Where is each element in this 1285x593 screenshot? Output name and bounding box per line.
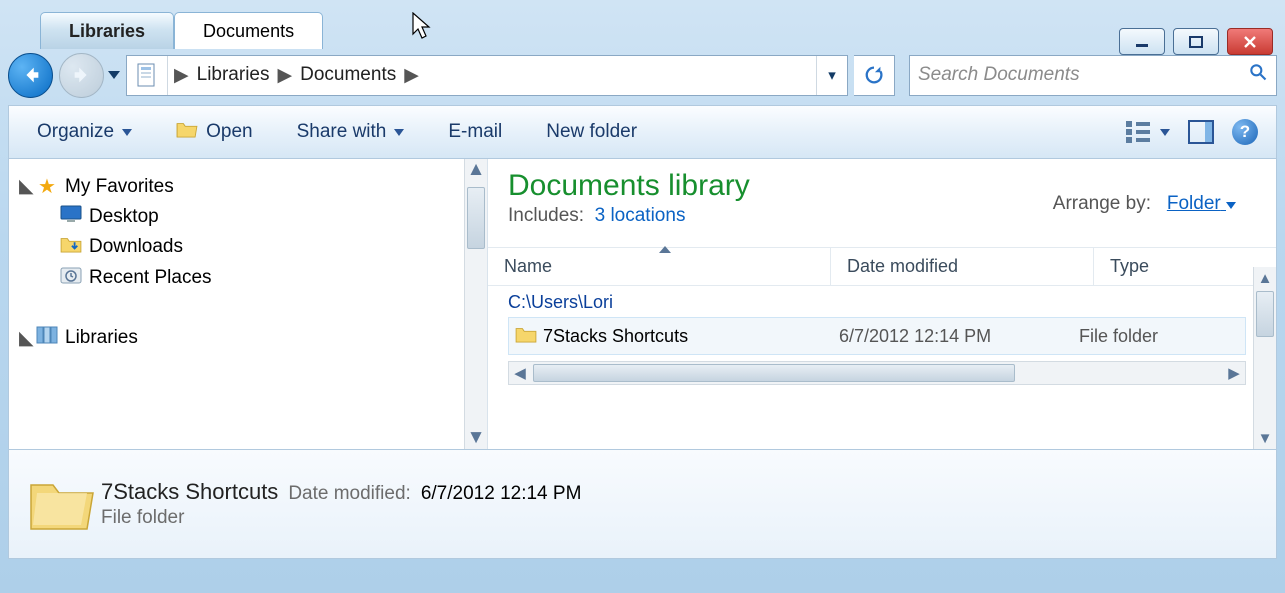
tree-desktop[interactable]: Desktop <box>13 202 483 232</box>
tree-label: Libraries <box>65 327 138 349</box>
address-bar[interactable]: ▶ Libraries ▶ Documents ▶ ▾ <box>126 55 848 96</box>
file-type: File folder <box>1079 326 1158 347</box>
minimize-button[interactable] <box>1119 28 1165 55</box>
crumb-sep-icon[interactable]: ▶ <box>276 64 295 87</box>
chevron-down-icon <box>1160 129 1170 136</box>
preview-pane-button[interactable] <box>1188 120 1214 144</box>
details-name: 7Stacks Shortcuts <box>101 479 278 505</box>
tree-label: My Favorites <box>65 176 174 198</box>
desktop-icon <box>59 205 83 229</box>
arrange-value[interactable]: Folder <box>1167 193 1236 214</box>
view-icon <box>1126 121 1152 143</box>
arrange-by: Arrange by: Folder <box>1053 193 1236 215</box>
tree-favorites[interactable]: ◣ ★ My Favorites <box>13 171 483 202</box>
search-icon <box>1248 62 1268 88</box>
downloads-icon <box>59 235 83 259</box>
change-view-button[interactable] <box>1126 121 1170 143</box>
details-date: 6/7/2012 12:14 PM <box>421 483 582 505</box>
navigation-pane: ◣ ★ My Favorites Desktop Downloads Recen… <box>9 159 488 449</box>
column-date-modified[interactable]: Date modified <box>831 248 1094 285</box>
crumb-documents[interactable]: Documents <box>294 64 402 86</box>
history-dropdown-icon[interactable] <box>108 71 120 79</box>
collapse-icon[interactable]: ◣ <box>19 175 33 198</box>
tab-libraries[interactable]: Libraries <box>40 12 174 49</box>
scroll-down-icon[interactable]: ▼ <box>1254 427 1276 449</box>
search-placeholder: Search Documents <box>918 64 1080 86</box>
chevron-down-icon <box>122 129 132 136</box>
scroll-left-icon[interactable]: ◀ <box>509 364 531 382</box>
file-date: 6/7/2012 12:14 PM <box>839 326 1079 347</box>
cursor-icon <box>412 12 434 47</box>
tree-downloads[interactable]: Downloads <box>13 232 483 262</box>
folder-open-icon <box>176 120 198 144</box>
address-dropdown-icon[interactable]: ▾ <box>816 56 847 95</box>
tree-label: Recent Places <box>89 267 212 289</box>
share-with-button[interactable]: Share with <box>287 117 415 147</box>
includes-link[interactable]: 3 locations <box>595 205 686 226</box>
tab-documents[interactable]: Documents <box>174 12 323 49</box>
address-library-icon <box>127 56 168 95</box>
folder-icon <box>509 325 543 348</box>
main-area: ◣ ★ My Favorites Desktop Downloads Recen… <box>8 159 1277 450</box>
crumb-sep-icon[interactable]: ▶ <box>402 64 421 87</box>
maximize-button[interactable] <box>1173 28 1219 55</box>
close-button[interactable] <box>1227 28 1273 55</box>
content-pane: Documents library Includes: 3 locations … <box>488 159 1276 449</box>
details-folder-icon <box>23 469 101 539</box>
tree-recent-places[interactable]: Recent Places <box>13 262 483 294</box>
scroll-down-icon[interactable]: ▼ <box>465 427 487 449</box>
email-button[interactable]: E-mail <box>438 117 512 147</box>
tree-label: Downloads <box>89 236 183 258</box>
refresh-button[interactable] <box>854 55 895 96</box>
crumb-libraries[interactable]: Libraries <box>191 64 276 86</box>
group-header[interactable]: C:\Users\Lori <box>488 286 1276 315</box>
file-name: 7Stacks Shortcuts <box>543 326 839 347</box>
details-type: File folder <box>101 507 581 529</box>
organize-button[interactable]: Organize <box>27 117 142 147</box>
column-name[interactable]: Name <box>488 248 831 285</box>
arrange-label: Arrange by: <box>1053 193 1151 214</box>
scroll-right-icon[interactable]: ▶ <box>1223 364 1245 382</box>
file-row[interactable]: 7Stacks Shortcuts 6/7/2012 12:14 PM File… <box>508 317 1246 355</box>
scroll-up-icon[interactable]: ▲ <box>465 159 487 181</box>
scroll-thumb[interactable] <box>533 364 1015 382</box>
back-button[interactable] <box>8 53 53 98</box>
sort-asc-icon <box>659 246 671 253</box>
breadcrumb: ▶ Libraries ▶ Documents ▶ <box>168 64 816 87</box>
command-bar: Organize Open Share with E-mail New fold… <box>8 105 1277 159</box>
details-date-label: Date modified: <box>288 483 411 505</box>
column-headers: Name Date modified Type <box>488 247 1276 286</box>
chevron-down-icon <box>394 129 404 136</box>
column-type[interactable]: Type <box>1094 248 1276 285</box>
open-button[interactable]: Open <box>166 116 262 148</box>
tree-label: Desktop <box>89 206 159 228</box>
scroll-thumb[interactable] <box>1256 291 1274 337</box>
navigation-bar: ▶ Libraries ▶ Documents ▶ ▾ Search Docum… <box>8 51 1277 99</box>
libraries-icon <box>35 325 59 351</box>
forward-button[interactable] <box>59 53 104 98</box>
includes-label: Includes: <box>508 205 584 226</box>
tree-libraries[interactable]: ◣ Libraries <box>13 322 483 354</box>
tree-scrollbar[interactable]: ▲ ▼ <box>464 159 487 449</box>
window-tabs: Libraries Documents <box>0 0 1285 49</box>
chevron-down-icon <box>1226 202 1236 209</box>
details-pane: 7Stacks Shortcuts Date modified: 6/7/201… <box>8 450 1277 559</box>
content-vscrollbar[interactable]: ▲ ▼ <box>1253 267 1276 449</box>
window-caption-buttons <box>1119 28 1273 55</box>
star-icon: ★ <box>35 174 59 199</box>
recent-icon <box>59 265 83 291</box>
content-hscrollbar[interactable]: ◀ ▶ <box>508 361 1246 385</box>
help-button[interactable]: ? <box>1232 119 1258 145</box>
scroll-thumb[interactable] <box>467 187 485 249</box>
scroll-up-icon[interactable]: ▲ <box>1254 267 1276 289</box>
search-input[interactable]: Search Documents <box>909 55 1277 96</box>
new-folder-button[interactable]: New folder <box>536 117 647 147</box>
collapse-icon[interactable]: ◣ <box>19 327 33 350</box>
crumb-sep-icon[interactable]: ▶ <box>172 64 191 87</box>
